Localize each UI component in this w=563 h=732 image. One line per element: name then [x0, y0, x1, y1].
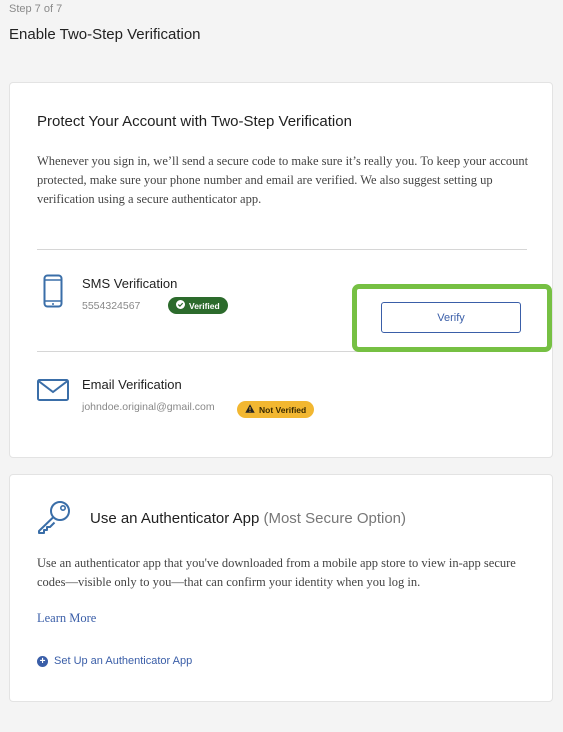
- phone-icon: [43, 274, 63, 313]
- divider: [37, 249, 527, 250]
- setup-authenticator-link[interactable]: + Set Up an Authenticator App: [37, 655, 192, 667]
- warning-icon: [245, 404, 255, 415]
- check-circle-icon: [176, 300, 185, 311]
- badge-label: Verified: [189, 300, 220, 311]
- card-title: Protect Your Account with Two-Step Verif…: [37, 113, 352, 130]
- authenticator-title-note: (Most Secure Option): [263, 510, 407, 527]
- step-indicator: Step 7 of 7: [9, 3, 63, 15]
- verify-button[interactable]: Verify: [381, 302, 521, 333]
- sms-verification-title: SMS Verification: [82, 276, 178, 291]
- plus-circle-icon: +: [37, 655, 48, 667]
- sms-phone-number: 5554324567: [82, 300, 141, 312]
- authenticator-description: Use an authenticator app that you've dow…: [37, 556, 516, 589]
- authenticator-title-text: Use an Authenticator App: [90, 510, 260, 527]
- setup-link-label: Set Up an Authenticator App: [54, 655, 193, 667]
- authenticator-app-card: Use an Authenticator App (Most Secure Op…: [9, 474, 553, 702]
- email-address: johndoe.original@gmail.com: [82, 401, 215, 413]
- learn-more-link[interactable]: Learn More: [37, 611, 96, 626]
- key-icon: [36, 500, 72, 539]
- sms-verified-badge: Verified: [168, 297, 228, 314]
- verify-highlight: Verify: [352, 284, 552, 352]
- protect-account-card: Protect Your Account with Two-Step Verif…: [9, 82, 553, 458]
- badge-label: Not Verified: [259, 404, 307, 415]
- envelope-icon: [37, 379, 69, 406]
- email-not-verified-badge: Not Verified: [237, 401, 315, 418]
- card-description: Whenever you sign in, we’ll send a secur…: [37, 154, 529, 206]
- page-title: Enable Two-Step Verification: [9, 26, 201, 43]
- authenticator-title: Use an Authenticator App (Most Secure Op…: [90, 510, 406, 527]
- email-verification-title: Email Verification: [82, 377, 182, 392]
